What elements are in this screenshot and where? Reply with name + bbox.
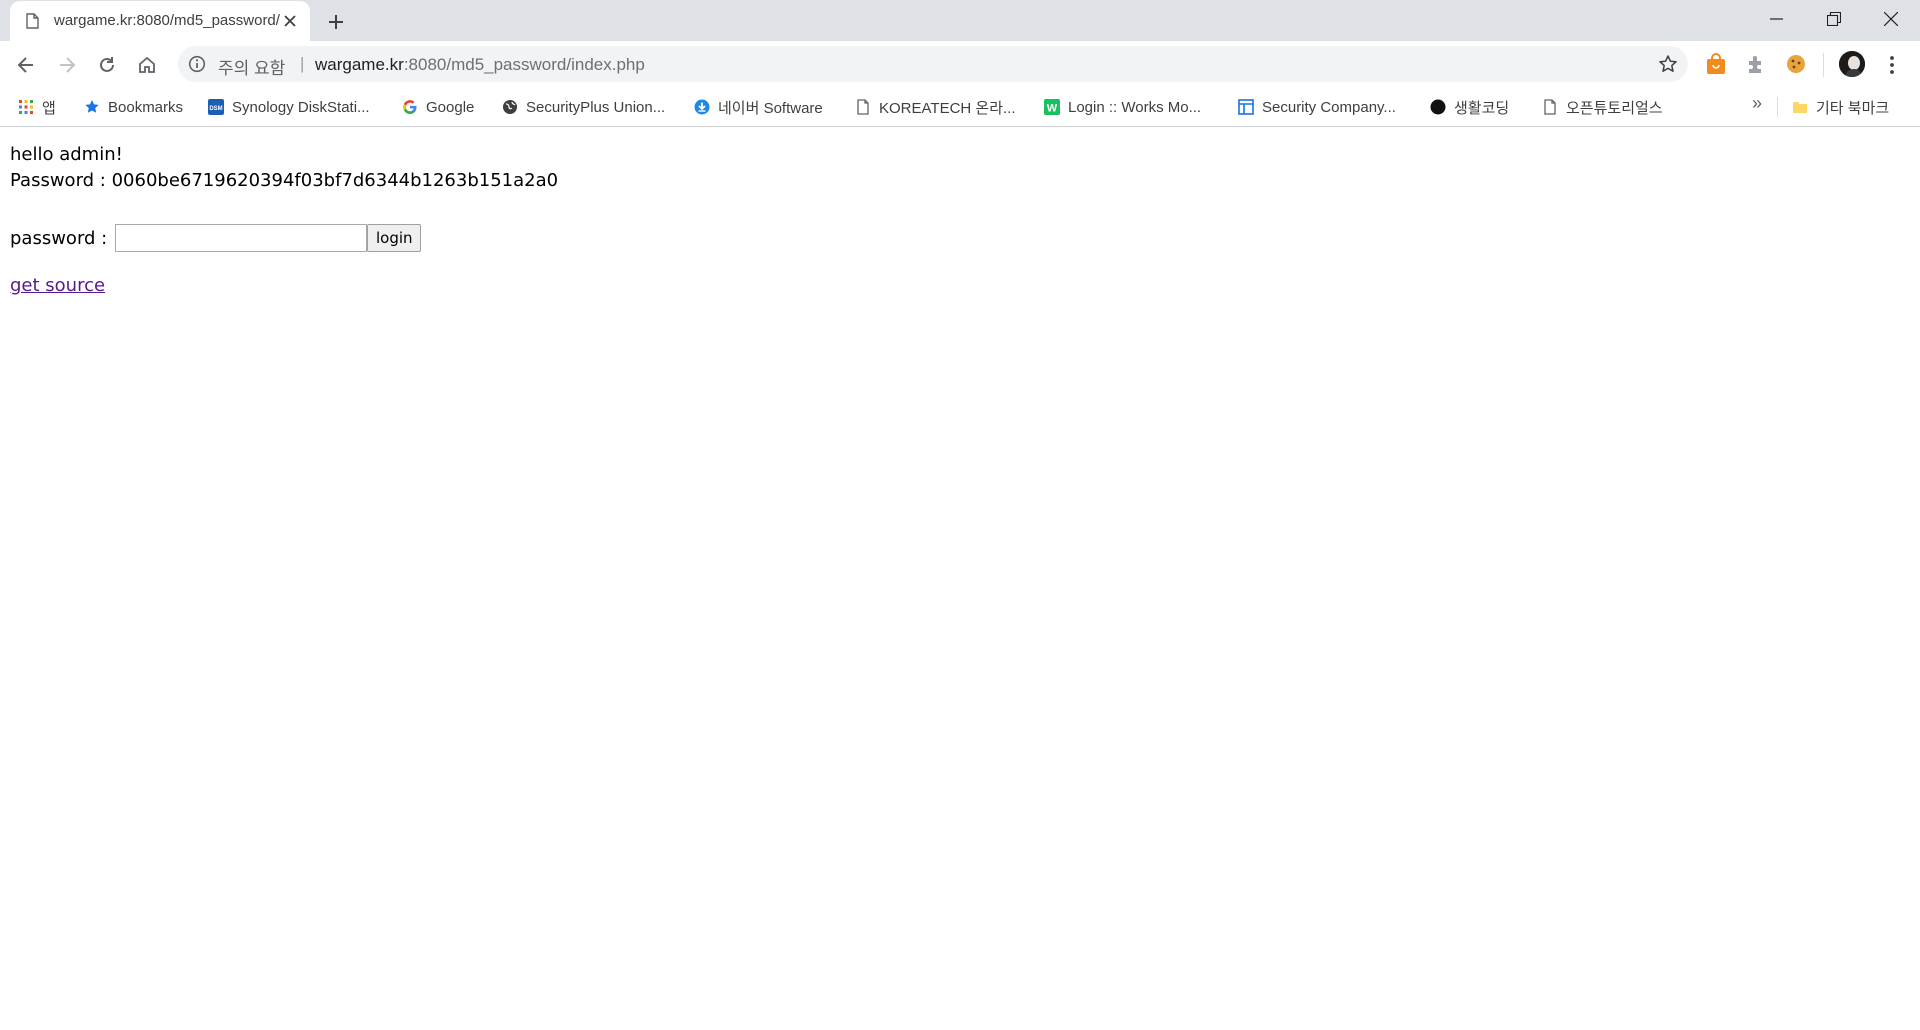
minimize-button[interactable] xyxy=(1749,0,1805,38)
minimize-icon xyxy=(1770,18,1783,20)
url-text[interactable]: wargame.kr:8080/md5_password/index.php xyxy=(315,55,645,75)
close-icon[interactable] xyxy=(282,13,298,29)
google-icon xyxy=(403,100,417,114)
restore-icon xyxy=(1827,12,1841,26)
bookmark-other-folder[interactable]: 기타 북마크 xyxy=(1792,95,1889,119)
info-icon[interactable] xyxy=(188,55,206,73)
greeting-text: hello admin! xyxy=(10,144,123,165)
home-icon xyxy=(139,56,155,73)
works-icon: W xyxy=(1044,99,1060,115)
bookmark-label: 오픈튜토리얼스 xyxy=(1566,99,1663,117)
svg-text:DSM: DSM xyxy=(209,106,222,112)
bookmark-google[interactable]: Google xyxy=(402,95,474,119)
login-button[interactable]: login xyxy=(367,224,422,252)
bookmark-label: Synology DiskStati... xyxy=(232,98,370,116)
globe-icon xyxy=(503,100,517,114)
get-source-link[interactable]: get source xyxy=(10,275,105,296)
cookie-extension-icon[interactable] xyxy=(1785,53,1807,75)
page-icon xyxy=(1544,99,1556,115)
address-bar[interactable]: 주의 요함 | wargame.kr:8080/md5_password/ind… xyxy=(178,46,1688,82)
tab-strip: wargame.kr:8080/md5_password/index.php xyxy=(0,0,1920,41)
bookmark-label: Login :: Works Mo... xyxy=(1068,98,1202,116)
arrow-right-icon xyxy=(60,57,76,73)
browser-tab[interactable]: wargame.kr:8080/md5_password/index.php xyxy=(10,1,310,41)
profile-picture-icon xyxy=(1839,51,1865,77)
apps-grid-icon xyxy=(19,100,33,114)
bookmark-label: SecurityPlus Union... xyxy=(526,98,666,116)
close-window-button[interactable] xyxy=(1863,0,1919,38)
url-path: :8080/md5_password/index.php xyxy=(403,55,645,74)
puzzle-extension-icon[interactable] xyxy=(1745,53,1767,75)
home-button[interactable] xyxy=(131,49,163,81)
browser-toolbar: 주의 요함 | wargame.kr:8080/md5_password/ind… xyxy=(0,41,1920,88)
reload-icon xyxy=(100,57,114,72)
reload-button[interactable] xyxy=(91,49,123,81)
close-icon xyxy=(1884,12,1898,26)
bookmark-bookmarks[interactable]: Bookmarks xyxy=(84,95,183,119)
black-circle-icon xyxy=(1430,99,1446,115)
password-label: password : xyxy=(10,227,108,249)
bookmark-koreatech[interactable]: KOREATECH 온라... xyxy=(855,95,1016,119)
dsm-icon: DSM xyxy=(208,99,224,115)
new-tab-icon[interactable] xyxy=(324,10,348,34)
bookmark-opentutorials-coding[interactable]: 생활코딩 xyxy=(1430,95,1509,119)
toolbar-divider xyxy=(1823,53,1824,77)
bookmark-label: 기타 북마크 xyxy=(1816,99,1890,117)
separator: | xyxy=(300,54,305,73)
more-vert-icon[interactable] xyxy=(1884,54,1900,76)
bookmark-label: 네이버 Software xyxy=(718,99,823,117)
bookmark-naver-software[interactable]: 네이버 Software xyxy=(694,95,823,119)
layout-icon xyxy=(1238,99,1254,115)
security-warning-label[interactable]: 주의 요함 xyxy=(218,54,285,79)
bookmarks-divider xyxy=(1777,97,1778,117)
arrow-left-icon xyxy=(17,57,33,73)
password-hash-text: Password : 0060be6719620394f03bf7d6344b1… xyxy=(10,170,559,191)
bookmarks-bar: 앱 Bookmarks DSM Synology DiskStati... Go… xyxy=(0,88,1920,127)
tab-title: wargame.kr:8080/md5_password/index.php xyxy=(54,12,280,29)
folder-icon xyxy=(1793,102,1807,113)
page-icon xyxy=(857,99,869,115)
url-host: wargame.kr xyxy=(315,55,404,74)
bookmarks-overflow-button[interactable]: » xyxy=(1752,93,1762,114)
bookmark-securityplus[interactable]: SecurityPlus Union... xyxy=(502,95,665,119)
restore-button[interactable] xyxy=(1806,0,1862,38)
bookmark-label: 생활코딩 xyxy=(1454,99,1510,117)
download-icon xyxy=(694,99,710,115)
bookmark-works-mobile[interactable]: W Login :: Works Mo... xyxy=(1044,95,1201,119)
bookmark-label: KOREATECH 온라... xyxy=(879,99,1016,117)
bookmark-security-company[interactable]: Security Company... xyxy=(1238,95,1396,119)
page-icon xyxy=(26,13,39,29)
bookmark-label: Google xyxy=(426,98,475,116)
back-button[interactable] xyxy=(10,49,42,81)
shopping-bag-extension-icon[interactable] xyxy=(1705,53,1727,75)
forward-button[interactable] xyxy=(51,49,83,81)
bookmark-star-icon[interactable] xyxy=(1658,54,1678,74)
login-form: password : login xyxy=(10,224,422,252)
profile-avatar[interactable] xyxy=(1839,51,1865,77)
star-icon xyxy=(85,100,99,113)
bookmark-synology[interactable]: DSM Synology DiskStati... xyxy=(208,95,370,119)
bookmark-apps[interactable]: 앱 xyxy=(18,95,56,119)
page-content: hello admin! Password : 0060be6719620394… xyxy=(0,127,1920,1030)
bookmark-label: Bookmarks xyxy=(108,98,184,116)
password-input[interactable] xyxy=(115,224,368,252)
bookmark-label: 앱 xyxy=(42,99,56,117)
bookmark-label: Security Company... xyxy=(1262,98,1396,116)
svg-text:W: W xyxy=(1047,103,1058,115)
bookmark-opentutorials[interactable]: 오픈튜토리얼스 xyxy=(1542,95,1663,119)
